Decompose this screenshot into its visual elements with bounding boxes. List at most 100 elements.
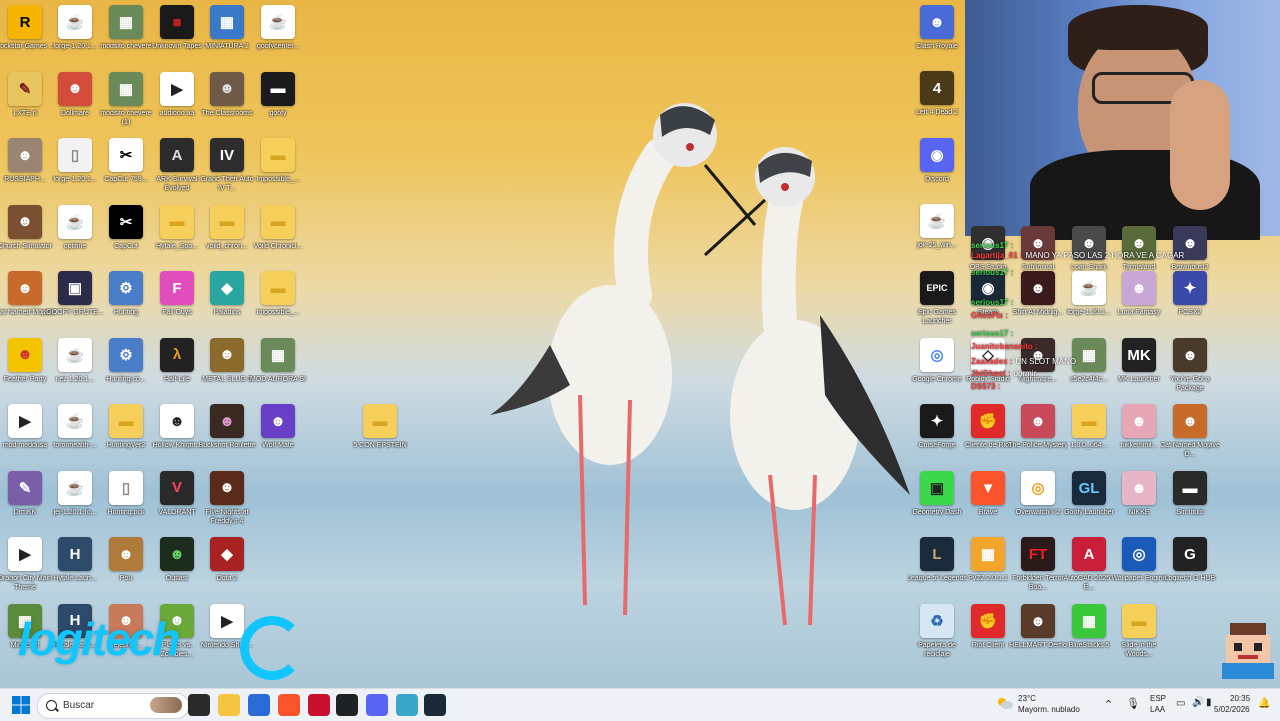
chat-message: JhiGhost : dormir: [971, 368, 1036, 379]
weather-description[interactable]: Mayorm. nublado: [1018, 705, 1080, 714]
desktop-icon-label: MOD AURORA SI: [249, 375, 306, 383]
desktop-icon-goofy[interactable]: ▬ goofy: [248, 71, 308, 118]
discord-icon[interactable]: [366, 694, 388, 716]
microphone-icon[interactable]: 🎙: [1126, 697, 1140, 710]
desktop-icon-label: Logitech G HUB: [1164, 575, 1216, 582]
desktop-icon-label: Dota 2: [216, 575, 238, 582]
taskbar-search-box[interactable]: Buscar: [37, 693, 189, 719]
google-chrome-icon: ◎: [920, 338, 954, 372]
wolf-mate-icon: ☻: [261, 404, 295, 438]
brave-icon[interactable]: [278, 694, 300, 716]
desktop-icon-label: Clash Royale: [916, 43, 958, 50]
drmkk-icon: ✎: [8, 470, 42, 505]
chat-username: Zaaxadex :: [971, 357, 1013, 366]
desktop-icon-you-ve-got-a-package[interactable]: ☻ You've Got a Package: [1160, 338, 1220, 393]
desktop-icon-wolf-mate[interactable]: ☻ Wolf Mate: [248, 404, 308, 450]
chat-message: Zaaxadex : UN SLOT MANO: [971, 356, 1076, 367]
impossible-icon: ▬: [261, 138, 295, 172]
chat-message: serious17 :: [971, 297, 1016, 308]
metal-slug-3-icon: ☻: [210, 337, 244, 372]
overwatch-2-icon: ◎: [1021, 471, 1055, 505]
desktop-icon-impossible[interactable]: ▬ Impossible_...: [248, 138, 308, 184]
chat-username: serious17 :: [971, 329, 1014, 338]
desktop-icon-impossible[interactable]: ▬ Impossible_...: [248, 271, 308, 317]
nikke-icon: ☻: [1122, 471, 1156, 505]
weather-temperature[interactable]: 23°C: [1018, 694, 1036, 703]
papelera-de-reciclaje-icon: ♻: [920, 604, 954, 638]
cat-named-mojave-d-icon: ☻: [1173, 404, 1207, 438]
rockstar-games-icon: R: [8, 5, 42, 39]
clock-time[interactable]: 20:35: [1230, 694, 1250, 703]
hunting-pck-icon: ▯: [109, 470, 143, 505]
desktop-icon-label: Slide in the Woods...: [1121, 642, 1157, 658]
mod-aurora-si-icon: ▦: [261, 337, 295, 372]
discord-icon: ◉: [920, 138, 954, 172]
clock-date[interactable]: 5/02/2026: [1214, 705, 1250, 714]
volume-icon[interactable]: 🔊: [1192, 697, 1204, 708]
chat-username: GhosFix :: [971, 311, 1008, 320]
task-view-icon[interactable]: [188, 694, 210, 716]
mod-meddusa-icon: ▶: [8, 404, 42, 438]
network-icon[interactable]: ▭: [1176, 698, 1185, 709]
goofy-icon: ▬: [261, 71, 295, 106]
desktop-icon-sin-t-tulo[interactable]: ▬ Sin título: [1160, 471, 1220, 517]
chat-username: Lagartija_01 :: [971, 251, 1023, 260]
steam-icon[interactable]: [424, 694, 446, 716]
cat-named-mojave-icon: ☻: [8, 271, 42, 305]
desktop-icon-slide-in-the-woods[interactable]: ▬ Slide in the Woods...: [1109, 604, 1169, 659]
desktop-icon-pcsx2[interactable]: ✦ PCSX2: [1160, 271, 1220, 317]
notepad-icon[interactable]: [396, 694, 418, 716]
lxte-rl-icon: ✎: [8, 71, 42, 106]
microsoft-store-icon[interactable]: [248, 694, 270, 716]
file-explorer-icon[interactable]: [218, 694, 240, 716]
desktop-icon-label: Impossible_...: [256, 309, 300, 316]
hollow-knight-icon: ☻: [160, 404, 194, 438]
desktop-icon-5-con-epstein[interactable]: ▬ 5 CON EPSTEIN: [350, 404, 410, 450]
desktop-icon-left-4-dead-2[interactable]: 4 Left 4 Dead 2: [907, 71, 967, 117]
pcsx2-icon: ✦: [1173, 271, 1207, 305]
desktop-icon-goofycenter[interactable]: ☕ goofycenter...: [248, 5, 308, 51]
desktop: R Rockstar Games ... ☕ forge-1.20.1... ▦ mods…: [0, 0, 1280, 688]
feather-party-icon: ☻: [8, 337, 42, 372]
capcut-icon: ✂: [109, 204, 143, 239]
desktop-icon-clash-royale[interactable]: ☻ Clash Royale: [907, 5, 967, 51]
windows-start-icon[interactable]: [12, 696, 30, 714]
desktop-icon-cat-named-mojave-d[interactable]: ☻ Cat Named Mojave D...: [1160, 404, 1220, 459]
desktop-icon-logitech-g-hub[interactable]: G Logitech G HUB: [1160, 537, 1220, 583]
taskbar: Buscar 23°C Mayorm. nublado ⌃ 🎙 ESP LAA …: [0, 688, 1280, 721]
desktop-icon-label: Discord: [925, 176, 949, 183]
language-indicator-top[interactable]: ESP: [1150, 694, 1166, 703]
modsito-chevere-icon: ▦: [109, 5, 143, 39]
chevron-up-icon[interactable]: ⌃: [1104, 698, 1113, 711]
the-classrooms-icon: ☻: [210, 71, 244, 106]
battery-icon[interactable]: ▮: [1206, 697, 1212, 708]
language-indicator-bottom[interactable]: LAA: [1150, 705, 1165, 714]
wallpaper-birds: [490, 103, 910, 626]
desktop-icon-mod-aurora-si[interactable]: ▦ MOD AURORA SI: [248, 337, 308, 384]
5-con-epstein-icon: ▬: [363, 404, 397, 438]
desktop-icon-dota-2[interactable]: ◆ Dota 2: [197, 537, 257, 583]
forge-1-20-1-icon: ☕: [58, 5, 92, 39]
weather-icon[interactable]: [996, 695, 1013, 711]
ark-survival-evolved-icon: A: [160, 138, 194, 172]
desktop-icon-label: You've Got a Package: [1170, 376, 1210, 392]
desktop-icon-voild-chronicl[interactable]: ▬ Voild Chronicl...: [248, 204, 308, 251]
riot-client-icon: ✊: [971, 604, 1005, 638]
hytale-spa-icon: ▬: [160, 204, 194, 239]
notification-bell-icon[interactable]: 🔔: [1258, 698, 1270, 709]
the-police-mystery-icon: ☻: [1021, 404, 1055, 438]
impossible-icon: ▬: [261, 271, 295, 305]
chatgpt-icon[interactable]: [336, 694, 358, 716]
chat-message: DS573 :: [971, 381, 1003, 392]
desktop-icon-five-nights-at-freddy-s-4[interactable]: ☻ Five Nights at Freddy's 4: [197, 470, 257, 526]
streamer-hand: [1170, 80, 1230, 210]
you-ve-got-a-package-icon: ☻: [1173, 338, 1207, 372]
nikkeminil-icon: ☻: [1122, 404, 1156, 438]
chat-message: serious17 :: [971, 328, 1016, 339]
desktop-icon-discord[interactable]: ◉ Discord: [907, 138, 967, 184]
paladins-icon: ◆: [210, 271, 244, 305]
c5e2c4f4c-icon: ▦: [1072, 338, 1106, 372]
search-placeholder: Buscar: [63, 700, 95, 711]
netflix-app-icon[interactable]: [308, 694, 330, 716]
voild-chronicl-icon: ▬: [261, 204, 295, 239]
